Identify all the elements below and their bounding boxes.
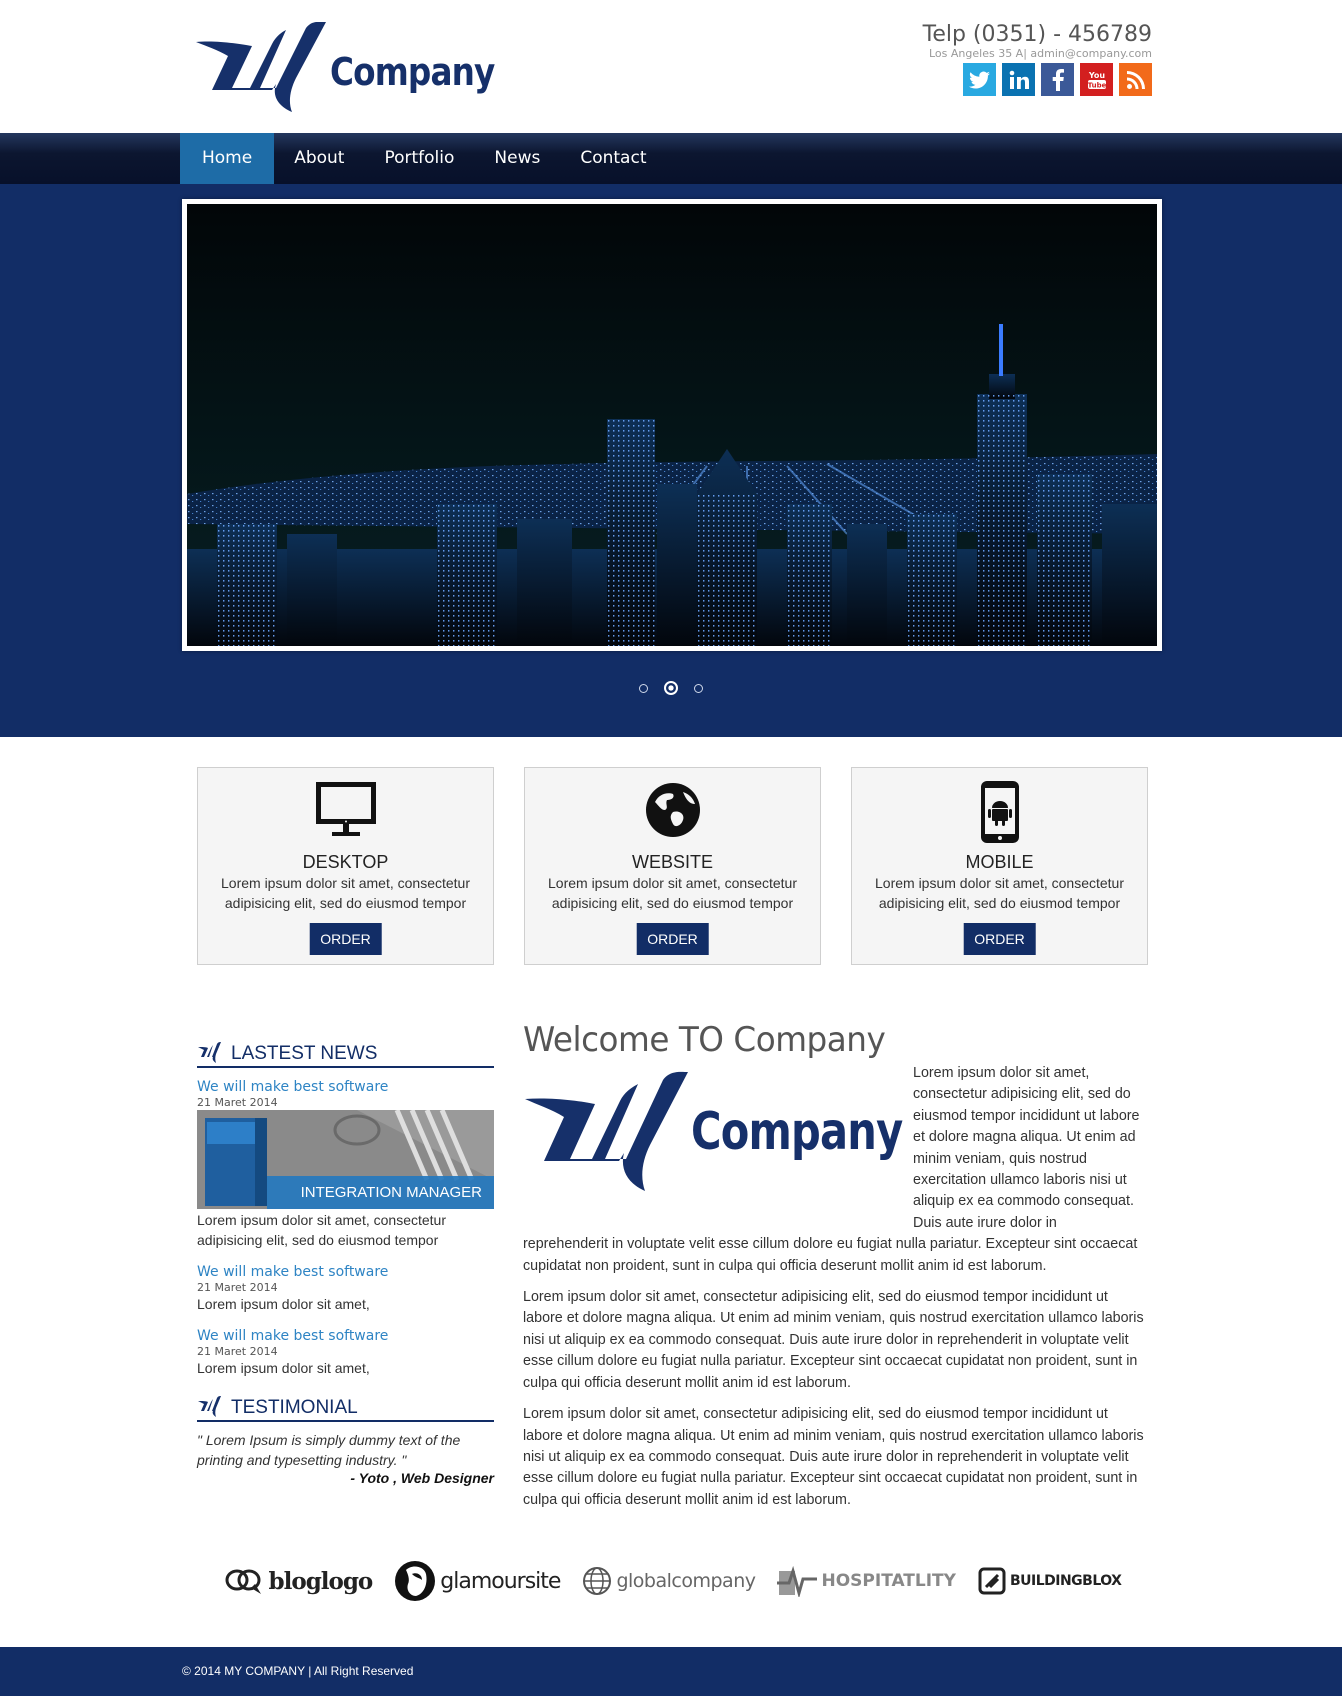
body-paragraph: Lorem ipsum dolor sit amet, consectetur … — [523, 1406, 1144, 1508]
pulse-icon — [777, 1565, 818, 1597]
feature-description: Lorem ipsum dolor sit amet, consectetur … — [548, 875, 797, 911]
slider-dot-2[interactable] — [664, 681, 678, 695]
brand-globalcompany[interactable]: globalcompany — [582, 1566, 756, 1596]
copyright-text: © 2014 MY COMPANY | All Right Reserved — [182, 1664, 414, 1678]
linkedin-icon[interactable] — [1002, 63, 1035, 96]
order-button[interactable]: ORDER — [309, 923, 382, 955]
twitter-icon[interactable] — [963, 63, 996, 96]
block-icon — [978, 1567, 1006, 1595]
globe-icon — [525, 780, 820, 844]
logo-mark-icon — [196, 21, 326, 112]
nav-item-home[interactable]: Home — [180, 133, 275, 184]
body-paragraph: Lorem ipsum dolor sit amet, consectetur … — [523, 1289, 1144, 1391]
facebook-icon[interactable] — [1041, 63, 1074, 96]
rss-icon[interactable] — [1119, 63, 1152, 96]
slider-dot-3[interactable] — [694, 683, 703, 693]
news-text: Lorem ipsum dolor sit amet, — [197, 1296, 370, 1312]
news-title-link[interactable]: We will make best software — [197, 1328, 494, 1344]
speech-bubble-icon — [225, 1569, 261, 1594]
news-title-link[interactable]: We will make best software — [197, 1264, 494, 1280]
news-image-caption: INTEGRATION MANAGER — [267, 1176, 494, 1209]
woman-face-icon — [395, 1561, 436, 1601]
brand-bloglogo[interactable]: bloglogo — [221, 1566, 373, 1596]
social-links: You Tube — [963, 63, 1152, 96]
order-button[interactable]: ORDER — [636, 923, 709, 955]
slider-dot-1[interactable] — [639, 683, 648, 693]
logo-mark-icon — [198, 1396, 221, 1417]
nav-item-about[interactable]: About — [274, 133, 364, 184]
logo-text: Company — [691, 1102, 903, 1162]
logo-mark-icon — [198, 1042, 221, 1063]
feature-title: WEBSITE — [631, 852, 713, 872]
testimonial-author: - Yoto , Web Designer — [350, 1470, 494, 1486]
monitor-icon — [198, 780, 493, 844]
contact-phone: Telp (0351) - 456789 — [922, 22, 1152, 47]
slider-dots — [0, 681, 1342, 695]
youtube-icon[interactable]: You Tube — [1080, 63, 1113, 96]
city-night-image — [187, 204, 1157, 646]
company-logo-large: Company — [523, 1063, 903, 1213]
news-image[interactable]: INTEGRATION MANAGER — [197, 1110, 494, 1209]
testimonial-quote: " Lorem Ipsum is simply dummy text of th… — [197, 1432, 461, 1468]
news-title-link[interactable]: We will make best software — [197, 1079, 494, 1095]
feature-mobile: MOBILE Lorem ipsum dolor sit amet, conse… — [851, 767, 1148, 965]
site-logo[interactable]: Company — [196, 21, 496, 112]
feature-description: Lorem ipsum dolor sit amet, consectetur … — [221, 875, 470, 911]
testimonial-heading: TESTIMONIAL — [197, 1394, 494, 1422]
main-content: Welcome TO Company Company Lorem ipsum d… — [523, 1017, 1145, 1521]
page: Company Telp (0351) - 456789 Los Angeles… — [0, 0, 1342, 1696]
feature-title: DESKTOP — [302, 852, 389, 872]
svg-text:You: You — [1087, 71, 1105, 80]
nav-item-portfolio[interactable]: Portfolio — [364, 133, 474, 184]
svg-text:Tube: Tube — [1087, 81, 1106, 89]
feature-description: Lorem ipsum dolor sit amet, consectetur … — [875, 875, 1124, 911]
brand-hospitality[interactable]: HOSPITATLITY — [777, 1565, 956, 1597]
news-date: 21 Maret 2014 — [197, 1096, 278, 1109]
news-date: 21 Maret 2014 — [197, 1345, 278, 1358]
footer: © 2014 MY COMPANY | All Right Reserved — [0, 1647, 1342, 1696]
news-text: Lorem ipsum dolor sit amet, — [197, 1360, 370, 1376]
partner-logos: bloglogo glamoursite globalcompany HOSPI… — [0, 1560, 1342, 1602]
news-heading: LASTEST NEWS — [197, 1040, 494, 1068]
nav-item-contact[interactable]: Contact — [560, 133, 666, 184]
order-button[interactable]: ORDER — [963, 923, 1036, 955]
contact-address-email: Los Angeles 35 A| admin@company.com — [929, 47, 1152, 60]
feature-desktop: DESKTOP Lorem ipsum dolor sit amet, cons… — [197, 767, 494, 965]
slide-image — [182, 199, 1162, 651]
main-nav: Home About Portfolio News Contact — [0, 133, 1342, 184]
globe-icon — [583, 1567, 612, 1595]
android-phone-icon — [852, 780, 1147, 844]
brand-glamoursite[interactable]: glamoursite — [394, 1560, 561, 1602]
hero-slider — [0, 184, 1342, 737]
logo-text: Company — [330, 50, 495, 94]
feature-title: MOBILE — [965, 852, 1034, 872]
brand-buildingblox[interactable]: BUILDINGBLOX — [978, 1567, 1122, 1595]
page-title: Welcome TO Company — [523, 1020, 886, 1060]
logo-mark-icon — [525, 1071, 688, 1191]
feature-website: WEBSITE Lorem ipsum dolor sit amet, cons… — [524, 767, 821, 965]
feature-boxes: DESKTOP Lorem ipsum dolor sit amet, cons… — [197, 767, 1148, 965]
news-date: 21 Maret 2014 — [197, 1281, 278, 1294]
news-text: Lorem ipsum dolor sit amet, consectetur … — [197, 1212, 446, 1248]
sidebar: LASTEST NEWS We will make best software … — [197, 1040, 494, 1486]
nav-item-news[interactable]: News — [474, 133, 560, 184]
